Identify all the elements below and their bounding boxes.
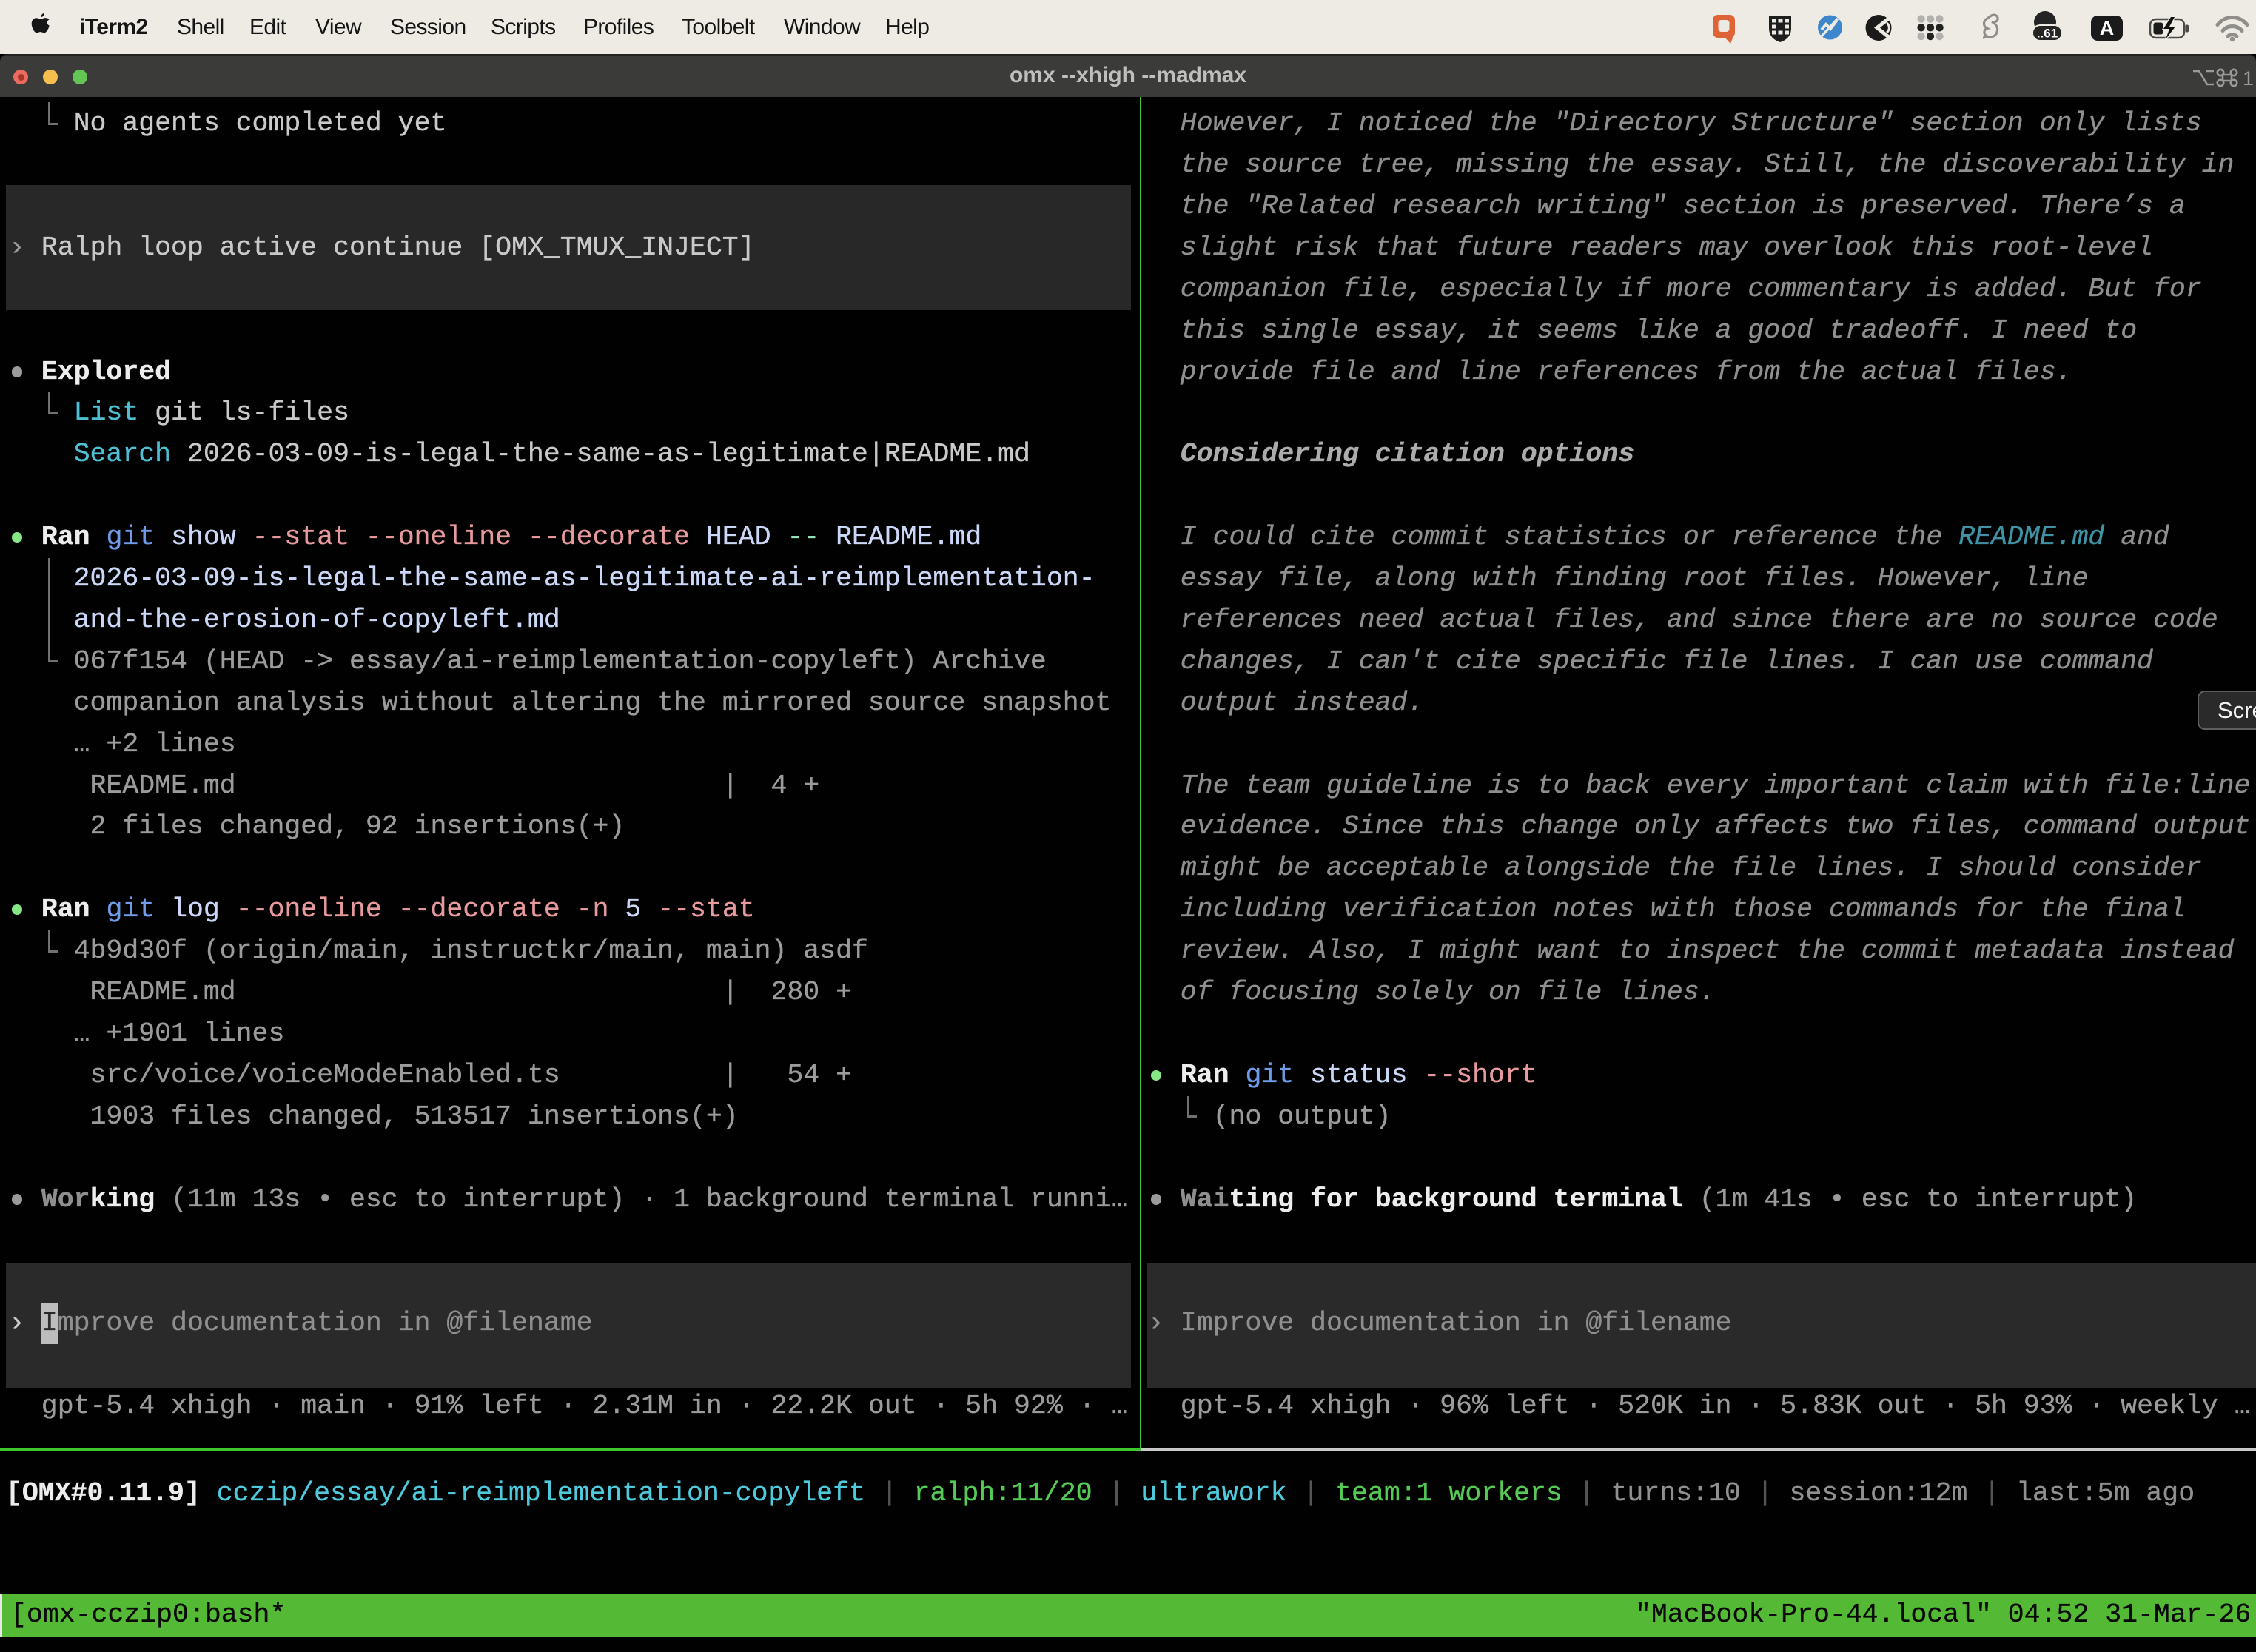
svg-text:A: A (2100, 17, 2115, 39)
svg-text:..61: ..61 (2037, 27, 2058, 41)
svg-text:1: 1 (2243, 67, 2254, 90)
